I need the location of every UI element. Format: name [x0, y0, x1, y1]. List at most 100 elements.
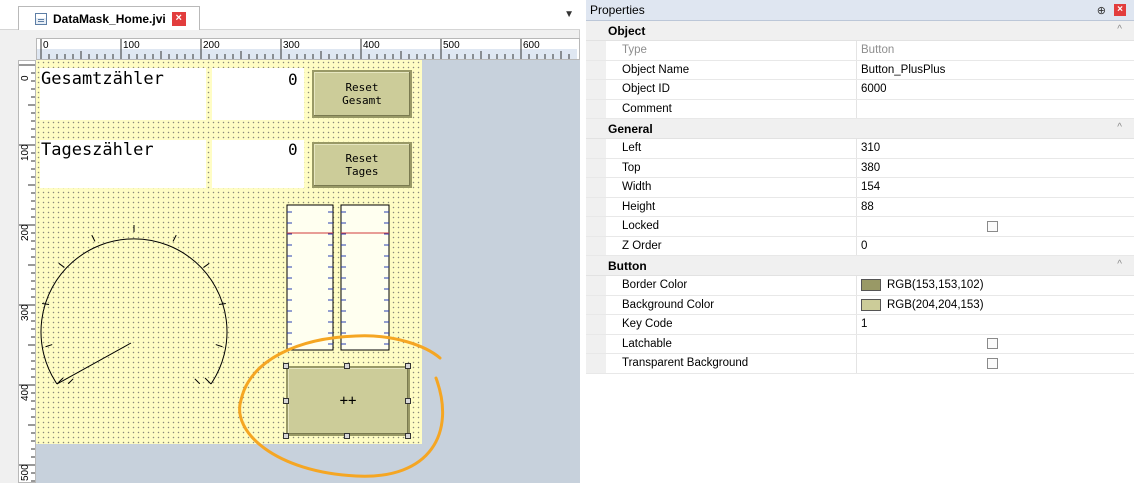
property-value[interactable]: RGB(153,153,102): [887, 279, 984, 291]
row-gutter: [586, 354, 606, 373]
property-row-width[interactable]: Width 154: [586, 178, 1134, 198]
file-icon: [35, 12, 47, 25]
h-ruler-label: 400: [363, 40, 380, 51]
resize-handle-s[interactable]: [344, 433, 350, 439]
section-object[interactable]: Object ^: [586, 21, 1134, 41]
checkbox[interactable]: [987, 357, 998, 369]
property-value[interactable]: RGB(204,204,153): [887, 299, 984, 311]
property-value[interactable]: 6000: [861, 83, 887, 95]
properties-title: Properties: [590, 3, 645, 17]
resize-handle-n[interactable]: [344, 363, 350, 369]
property-row-height[interactable]: Height 88: [586, 197, 1134, 217]
row-gutter: [586, 139, 606, 158]
resize-handle-se[interactable]: [405, 433, 411, 439]
property-row-top[interactable]: Top 380: [586, 158, 1134, 178]
property-value[interactable]: 0: [861, 240, 867, 252]
property-name: Transparent Background: [606, 354, 857, 373]
chevron-up-icon[interactable]: ^: [1117, 122, 1122, 133]
property-name: Key Code: [606, 315, 857, 334]
property-name: Border Color: [606, 276, 857, 295]
property-name: Type: [606, 41, 857, 60]
color-swatch[interactable]: [861, 298, 881, 311]
properties-panel: Properties ⊕ × Object ^ Type Button Object N…: [586, 0, 1134, 483]
property-value[interactable]: 154: [861, 181, 880, 193]
close-icon[interactable]: ×: [1114, 4, 1126, 16]
bar-graph-left[interactable]: [286, 204, 334, 351]
property-name: Object ID: [606, 80, 857, 99]
property-row-locked[interactable]: Locked: [586, 217, 1134, 237]
bar-graph-right[interactable]: [340, 204, 390, 351]
h-ruler-label: 100: [123, 40, 140, 51]
v-ruler-label: 100: [20, 144, 31, 161]
section-title: General: [608, 121, 653, 136]
document-tab-label: DataMask_Home.jvi: [53, 11, 166, 26]
plus-plus-label: ++: [339, 392, 357, 409]
row-gutter: [586, 178, 606, 197]
v-ruler-label: 200: [20, 224, 31, 241]
property-grid: Object ^ Type Button Object Name Button_PlusP…: [586, 21, 1134, 374]
resize-handle-nw[interactable]: [283, 363, 289, 369]
row-gutter: [586, 99, 606, 118]
section-title: Button: [608, 258, 647, 273]
plus-plus-button[interactable]: ++: [286, 366, 410, 436]
properties-title-bar: Properties ⊕ ×: [586, 0, 1134, 21]
vertical-ruler: 0 100 200 300 400 500: [18, 60, 36, 483]
property-name: Width: [606, 178, 857, 197]
property-name: Background Color: [606, 295, 857, 314]
property-name: Left: [606, 139, 857, 158]
close-icon[interactable]: ×: [171, 11, 186, 26]
resize-handle-sw[interactable]: [283, 433, 289, 439]
property-row-latchable[interactable]: Latchable: [586, 334, 1134, 354]
property-row-transparent-background[interactable]: Transparent Background: [586, 354, 1134, 374]
property-value[interactable]: 310: [861, 142, 880, 154]
section-title: Object: [608, 23, 646, 38]
property-row-border-color[interactable]: Border Color RGB(153,153,102): [586, 276, 1134, 296]
row-gutter: [586, 295, 606, 314]
tab-dropdown-icon[interactable]: ▼: [564, 9, 574, 20]
property-name: Locked: [606, 217, 857, 236]
resize-handle-ne[interactable]: [405, 363, 411, 369]
checkbox[interactable]: [987, 220, 998, 232]
section-button[interactable]: Button ^: [586, 256, 1134, 276]
property-value[interactable]: 380: [861, 162, 880, 174]
chevron-up-icon[interactable]: ^: [1117, 259, 1122, 270]
mask-canvas[interactable]: Gesamtzähler 0 Reset Gesamt Tageszähler …: [36, 60, 422, 444]
property-value[interactable]: Button_PlusPlus: [861, 64, 945, 76]
property-value[interactable]: 1: [861, 318, 867, 330]
gauge-widget[interactable]: [40, 225, 228, 385]
checkbox[interactable]: [987, 338, 998, 350]
row-gutter: [586, 158, 606, 177]
row-gutter: [586, 334, 606, 353]
property-row-object-name[interactable]: Object Name Button_PlusPlus: [586, 60, 1134, 80]
chevron-up-icon[interactable]: ^: [1117, 24, 1122, 35]
property-row-key-code[interactable]: Key Code 1: [586, 315, 1134, 335]
color-swatch[interactable]: [861, 279, 881, 292]
row-gutter: [586, 217, 606, 236]
document-tab[interactable]: DataMask_Home.jvi ×: [18, 6, 200, 30]
property-name: Comment: [606, 99, 857, 118]
section-general[interactable]: General ^: [586, 119, 1134, 139]
property-row-left[interactable]: Left 310: [586, 139, 1134, 159]
property-name: Z Order: [606, 236, 857, 255]
h-ruler-label: 200: [203, 40, 220, 51]
document-tab-bar: DataMask_Home.jvi × ▼: [0, 0, 580, 30]
resize-handle-e[interactable]: [405, 398, 411, 404]
resize-handle-w[interactable]: [283, 398, 289, 404]
property-row-object-id[interactable]: Object ID 6000: [586, 80, 1134, 100]
row-gutter: [586, 41, 606, 60]
property-row-comment[interactable]: Comment: [586, 99, 1134, 119]
row-gutter: [586, 197, 606, 216]
h-ruler-label: 300: [283, 40, 300, 51]
property-row-z-order[interactable]: Z Order 0: [586, 236, 1134, 256]
row-gutter: [586, 315, 606, 334]
design-workspace: Gesamtzähler 0 Reset Gesamt Tageszähler …: [36, 60, 580, 483]
property-value[interactable]: 88: [861, 201, 874, 213]
horizontal-ruler: 0 100 200 300 400 500 600: [36, 38, 580, 60]
property-row-background-color[interactable]: Background Color RGB(204,204,153): [586, 295, 1134, 315]
property-row-type[interactable]: Type Button: [586, 41, 1134, 61]
row-gutter: [586, 60, 606, 79]
property-name: Height: [606, 197, 857, 216]
pin-icon[interactable]: ⊕: [1097, 4, 1106, 17]
h-ruler-label: 0: [43, 40, 49, 51]
v-ruler-label: 300: [20, 304, 31, 321]
